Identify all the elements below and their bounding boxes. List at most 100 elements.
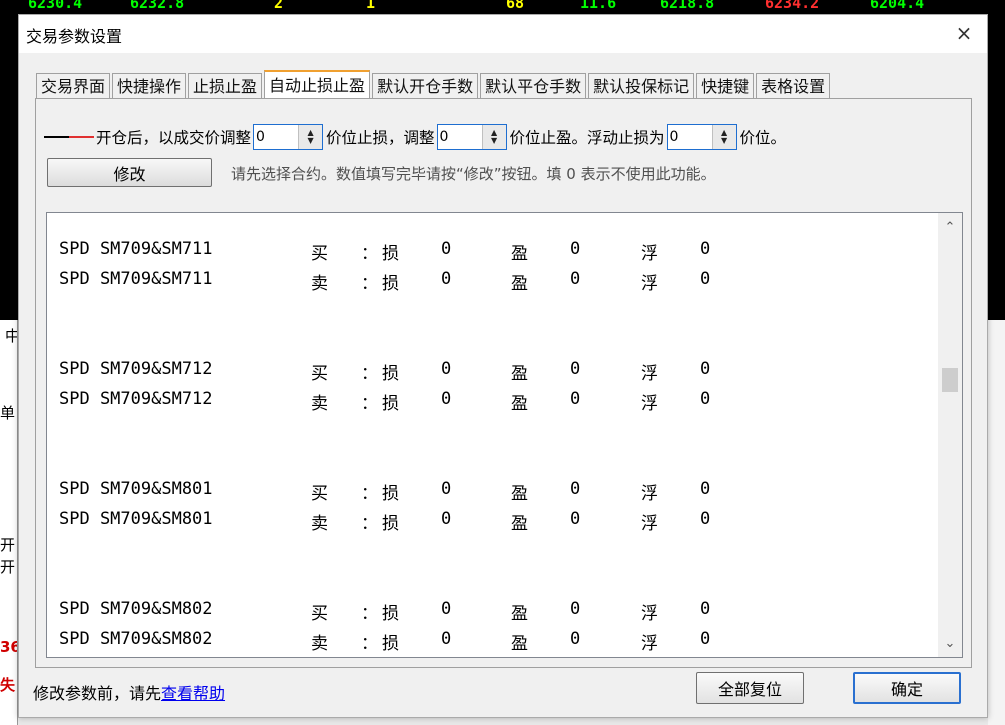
profit-value: 0 bbox=[570, 239, 581, 259]
separator: ： bbox=[361, 634, 378, 654]
list-item[interactable]: SPD SM709&SM801 卖 ： 损 0 盈 0 浮 0 bbox=[47, 505, 937, 535]
background-panel bbox=[988, 14, 1005, 320]
contract-name: SPD SM709&SM711 bbox=[59, 239, 213, 259]
profit-label: 盈 bbox=[511, 604, 528, 624]
background-window-left: 中 单 开 开 36 失 bbox=[0, 320, 18, 725]
tab-hotkeys[interactable]: 快捷键 bbox=[696, 73, 755, 99]
loss-value: 0 bbox=[441, 479, 452, 499]
contract-name: SPD SM709&SM712 bbox=[59, 389, 213, 409]
trade-settings-dialog: 交易参数设置 × 交易界面 快捷操作 止损止盈 自动止损止盈 默认开仓手数 默认… bbox=[18, 14, 988, 718]
ticker-value: 1 bbox=[366, 0, 376, 12]
float-ticks-input[interactable] bbox=[667, 125, 712, 149]
ticker-value: 2 bbox=[274, 0, 284, 12]
list-scrollbar[interactable]: ⌃ ⌄ bbox=[938, 213, 962, 657]
help-link[interactable]: 查看帮助 bbox=[161, 684, 225, 703]
profit-value: 0 bbox=[570, 359, 581, 379]
separator: ： bbox=[361, 364, 378, 384]
loss-value: 0 bbox=[441, 509, 452, 529]
profit-value: 0 bbox=[570, 509, 581, 529]
loss-ticks-stepper[interactable]: ▲▼ bbox=[253, 124, 324, 150]
background-text: 失 bbox=[0, 676, 16, 694]
profit-label: 盈 bbox=[511, 484, 528, 504]
loss-ticks-input[interactable] bbox=[254, 125, 299, 149]
title-bar[interactable]: 交易参数设置 × bbox=[19, 15, 987, 53]
list-item[interactable]: SPD SM709&SM711 卖 ： 损 0 盈 0 浮 0 bbox=[47, 265, 937, 295]
line-marker bbox=[44, 136, 94, 138]
direction: 卖 bbox=[311, 514, 328, 534]
ok-button[interactable]: 确定 bbox=[853, 672, 961, 704]
float-value: 0 bbox=[700, 269, 711, 289]
background-text: 开 bbox=[0, 558, 16, 576]
tab-quick-operation[interactable]: 快捷操作 bbox=[112, 73, 187, 99]
tab-table-settings[interactable]: 表格设置 bbox=[756, 73, 831, 99]
tab-stop-loss-profit[interactable]: 止损止盈 bbox=[188, 73, 263, 99]
float-value: 0 bbox=[700, 509, 711, 529]
loss-label: 损 bbox=[382, 604, 399, 624]
list-item[interactable]: SPD SM709&SM712 卖 ： 损 0 盈 0 浮 0 bbox=[47, 385, 937, 415]
profit-ticks-input[interactable] bbox=[437, 125, 482, 149]
list-item[interactable]: SPD SM709&SM712 买 ： 损 0 盈 0 浮 0 bbox=[47, 355, 937, 385]
loss-value: 0 bbox=[441, 389, 452, 409]
tab-trade-interface[interactable]: 交易界面 bbox=[36, 73, 111, 99]
contract-name: SPD SM709&SM802 bbox=[59, 629, 213, 649]
profit-ticks-stepper[interactable]: ▲▼ bbox=[436, 124, 507, 150]
profit-value: 0 bbox=[570, 269, 581, 289]
contract-list[interactable]: SPD SM709&SM711 买 ： 损 0 盈 0 浮 0 SPD SM70… bbox=[46, 212, 963, 658]
spin-arrows-icon[interactable]: ▲ ▼ bbox=[298, 125, 323, 149]
loss-suffix: 价位止损，调整 bbox=[326, 129, 435, 147]
list-item[interactable]: SPD SM709&SM801 买 ： 损 0 盈 0 浮 0 bbox=[47, 475, 937, 505]
instruction-hint: 请先选择合约。数值填写完毕请按“修改”按钮。填 0 表示不使用此功能。 bbox=[231, 165, 716, 183]
chevron-down-icon[interactable]: ⌄ bbox=[938, 631, 962, 655]
contract-list-content: SPD SM709&SM711 买 ： 损 0 盈 0 浮 0 SPD SM70… bbox=[47, 235, 937, 655]
float-label: 浮 bbox=[641, 604, 658, 624]
float-value: 0 bbox=[700, 359, 711, 379]
scroll-thumb[interactable] bbox=[942, 368, 958, 392]
list-item[interactable]: SPD SM709&SM802 卖 ： 损 0 盈 0 浮 0 bbox=[47, 625, 937, 655]
stop-config-row: 开仓后，以成交价调整 ▲▼ 价位止损，调整 ▲▼ 价位止盈。浮动止损为 ▲▼ 价… bbox=[44, 123, 786, 151]
float-value: 0 bbox=[700, 599, 711, 619]
profit-label: 盈 bbox=[511, 394, 528, 414]
loss-label: 损 bbox=[382, 514, 399, 534]
float-value: 0 bbox=[700, 389, 711, 409]
direction: 买 bbox=[311, 244, 328, 264]
float-label: 浮 bbox=[641, 364, 658, 384]
contract-name: SPD SM709&SM801 bbox=[59, 509, 213, 529]
spin-arrows-icon[interactable]: ▲ ▼ bbox=[711, 125, 736, 149]
tab-default-open-lots[interactable]: 默认开仓手数 bbox=[372, 73, 479, 99]
float-label: 浮 bbox=[641, 274, 658, 294]
background-ticker: 6230.4 6232.8 2 1 68 11.6 6218.8 6234.2 … bbox=[0, 0, 1005, 14]
contract-name: SPD SM709&SM711 bbox=[59, 269, 213, 289]
loss-label: 损 bbox=[382, 394, 399, 414]
profit-value: 0 bbox=[570, 479, 581, 499]
modify-button[interactable]: 修改 bbox=[47, 158, 212, 187]
ticker-value: 11.6 bbox=[580, 0, 617, 12]
chevron-up-icon[interactable]: ⌃ bbox=[938, 215, 962, 239]
list-item[interactable]: SPD SM709&SM802 买 ： 损 0 盈 0 浮 0 bbox=[47, 595, 937, 625]
tab-default-hedge-flag[interactable]: 默认投保标记 bbox=[588, 73, 695, 99]
float-label: 浮 bbox=[641, 484, 658, 504]
float-ticks-stepper[interactable]: ▲▼ bbox=[666, 124, 737, 150]
tab-default-close-lots[interactable]: 默认平仓手数 bbox=[480, 73, 587, 99]
list-item[interactable]: SPD SM709&SM711 买 ： 损 0 盈 0 浮 0 bbox=[47, 235, 937, 265]
direction: 卖 bbox=[311, 634, 328, 654]
ticker-value: 6204.4 bbox=[870, 0, 925, 12]
reset-all-button[interactable]: 全部复位 bbox=[696, 672, 804, 704]
profit-label: 盈 bbox=[511, 244, 528, 264]
background-window-bottom bbox=[18, 718, 988, 725]
float-label: 浮 bbox=[641, 634, 658, 654]
spin-arrows-icon[interactable]: ▲ ▼ bbox=[481, 125, 506, 149]
float-suffix: 价位。 bbox=[739, 129, 787, 147]
loss-value: 0 bbox=[441, 599, 452, 619]
loss-label: 损 bbox=[382, 364, 399, 384]
close-icon[interactable]: × bbox=[941, 15, 987, 51]
contract-name: SPD SM709&SM801 bbox=[59, 479, 213, 499]
loss-label: 损 bbox=[382, 244, 399, 264]
direction: 买 bbox=[311, 484, 328, 504]
separator: ： bbox=[361, 244, 378, 264]
profit-value: 0 bbox=[570, 389, 581, 409]
separator: ： bbox=[361, 274, 378, 294]
profit-label: 盈 bbox=[511, 514, 528, 534]
tab-auto-stop-loss-profit[interactable]: 自动止损止盈 bbox=[264, 70, 371, 100]
